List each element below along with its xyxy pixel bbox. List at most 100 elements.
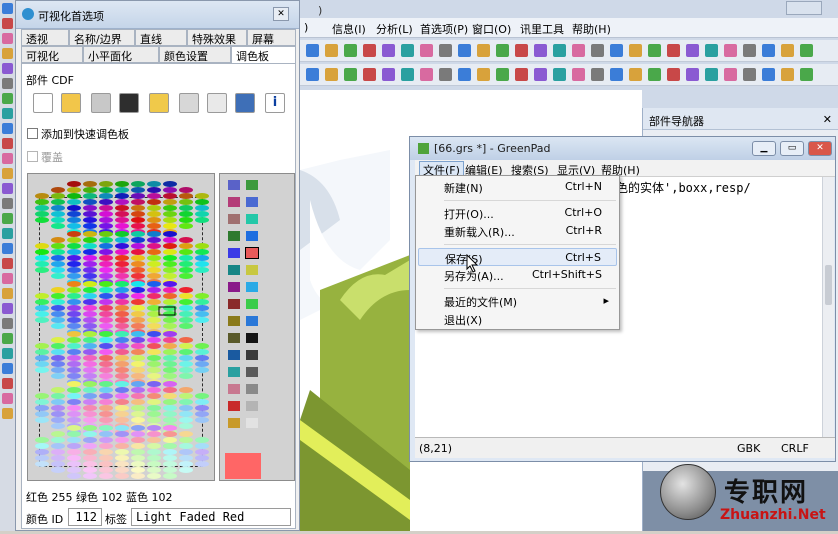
palette-color-cell[interactable] bbox=[115, 281, 129, 287]
palette-color-cell[interactable] bbox=[51, 287, 65, 293]
palette-color-cell[interactable] bbox=[147, 431, 161, 437]
palette-color-cell[interactable] bbox=[99, 317, 113, 323]
palette-color-cell[interactable] bbox=[67, 399, 81, 405]
palette-color-cell[interactable] bbox=[35, 461, 49, 467]
side-tool-icon[interactable] bbox=[2, 48, 13, 59]
color-id-field[interactable]: 112 bbox=[68, 508, 102, 526]
palette-color-cell[interactable] bbox=[115, 367, 129, 373]
palette-color-cell[interactable] bbox=[163, 223, 177, 229]
palette-color-cell[interactable] bbox=[51, 205, 65, 211]
palette-color-cell[interactable] bbox=[67, 267, 81, 273]
palette-color-cell[interactable] bbox=[195, 343, 209, 349]
palette-color-cell[interactable] bbox=[131, 443, 145, 449]
palette-color-cell[interactable] bbox=[67, 211, 81, 217]
palette-color-cell[interactable] bbox=[99, 425, 113, 431]
tab-faceting[interactable]: 小平面化 bbox=[83, 46, 159, 63]
palette-color-cell[interactable] bbox=[67, 205, 81, 211]
palette-color-cell[interactable] bbox=[83, 237, 97, 243]
menu-item-info[interactable]: 信息(I) bbox=[332, 21, 366, 37]
palette-color-cell[interactable] bbox=[131, 449, 145, 455]
palette-color-cell[interactable] bbox=[163, 425, 177, 431]
palette-color-cell[interactable] bbox=[163, 193, 177, 199]
palette-color-cell[interactable] bbox=[51, 249, 65, 255]
palette-color-cell[interactable] bbox=[83, 343, 97, 349]
palette-color-cell[interactable] bbox=[83, 293, 97, 299]
toolbar-button-icon[interactable] bbox=[781, 68, 794, 81]
palette-color-cell[interactable] bbox=[67, 331, 81, 337]
quick-palette-swatch[interactable] bbox=[228, 197, 240, 207]
palette-color-cell[interactable] bbox=[83, 311, 97, 317]
palette-color-cell[interactable] bbox=[115, 249, 129, 255]
quick-palette-swatch[interactable] bbox=[246, 384, 258, 394]
palette-color-cell[interactable] bbox=[195, 255, 209, 261]
tab-lines[interactable]: 直线 bbox=[135, 29, 187, 46]
palette-color-cell[interactable] bbox=[67, 237, 81, 243]
palette-color-cell[interactable] bbox=[163, 461, 177, 467]
quick-palette-swatch[interactable] bbox=[228, 282, 240, 292]
palette-color-cell[interactable] bbox=[51, 193, 65, 199]
palette-color-cell[interactable] bbox=[179, 243, 193, 249]
palette-color-cell[interactable] bbox=[83, 349, 97, 355]
palette-color-cell[interactable] bbox=[83, 223, 97, 229]
palette-color-cell[interactable] bbox=[163, 231, 177, 237]
toolbar-button-icon[interactable] bbox=[629, 44, 642, 57]
palette-color-cell[interactable] bbox=[163, 349, 177, 355]
toolbar-button-icon[interactable] bbox=[439, 44, 452, 57]
palette-color-cell[interactable] bbox=[163, 437, 177, 443]
palette-color-cell[interactable] bbox=[67, 217, 81, 223]
palette-color-cell[interactable] bbox=[51, 211, 65, 217]
palette-color-cell[interactable] bbox=[51, 461, 65, 467]
palette-color-cell[interactable] bbox=[179, 337, 193, 343]
palette-color-cell[interactable] bbox=[163, 217, 177, 223]
palette-color-cell[interactable] bbox=[115, 455, 129, 461]
palette-color-cell[interactable] bbox=[195, 399, 209, 405]
quick-palette-swatch[interactable] bbox=[228, 265, 240, 275]
palette-color-cell[interactable] bbox=[99, 299, 113, 305]
palette-color-cell[interactable] bbox=[83, 199, 97, 205]
palette-color-cell[interactable] bbox=[67, 293, 81, 299]
palette-color-cell[interactable] bbox=[83, 355, 97, 361]
palette-color-cell[interactable] bbox=[67, 181, 81, 187]
side-tool-icon[interactable] bbox=[2, 93, 13, 104]
palette-color-cell[interactable] bbox=[67, 311, 81, 317]
palette-color-cell[interactable] bbox=[147, 243, 161, 249]
toolbar-button-icon[interactable] bbox=[743, 44, 756, 57]
palette-color-cell[interactable] bbox=[99, 343, 113, 349]
palette-color-cell[interactable] bbox=[35, 199, 49, 205]
quick-palette-swatch[interactable] bbox=[228, 180, 240, 190]
palette-color-cell[interactable] bbox=[195, 193, 209, 199]
quick-palette-swatch[interactable] bbox=[246, 401, 258, 411]
palette-color-cell[interactable] bbox=[83, 205, 97, 211]
palette-color-cell[interactable] bbox=[99, 187, 113, 193]
palette-color-cell[interactable] bbox=[67, 223, 81, 229]
side-tool-icon[interactable] bbox=[2, 18, 13, 29]
palette-color-cell[interactable] bbox=[179, 261, 193, 267]
palette-color-cell[interactable] bbox=[195, 393, 209, 399]
palette-color-cell[interactable] bbox=[115, 223, 129, 229]
palette-color-cell[interactable] bbox=[35, 405, 49, 411]
toolbar-button-icon[interactable] bbox=[705, 44, 718, 57]
toolbar-button-icon[interactable] bbox=[306, 44, 319, 57]
toolbar-button-icon[interactable] bbox=[458, 44, 471, 57]
palette-color-cell[interactable] bbox=[99, 231, 113, 237]
menu-item-exit[interactable]: 退出(X) bbox=[418, 310, 617, 328]
palette-color-cell[interactable] bbox=[115, 311, 129, 317]
palette-color-cell[interactable] bbox=[163, 237, 177, 243]
palette-color-cell[interactable] bbox=[67, 249, 81, 255]
palette-color-cell[interactable] bbox=[67, 443, 81, 449]
palette-color-cell[interactable] bbox=[51, 443, 65, 449]
palette-color-cell[interactable] bbox=[163, 443, 177, 449]
side-tool-icon[interactable] bbox=[2, 393, 13, 404]
palette-color-cell[interactable] bbox=[99, 293, 113, 299]
palette-color-cell[interactable] bbox=[195, 217, 209, 223]
palette-color-cell[interactable] bbox=[163, 467, 177, 473]
palette-color-cell[interactable] bbox=[99, 349, 113, 355]
toolbar-button-icon[interactable] bbox=[344, 44, 357, 57]
palette-color-cell[interactable] bbox=[179, 287, 193, 293]
toolbar-button-icon[interactable] bbox=[648, 68, 661, 81]
toolbar-button-icon[interactable] bbox=[496, 68, 509, 81]
palette-color-cell[interactable] bbox=[67, 243, 81, 249]
palette-color-cell[interactable] bbox=[179, 199, 193, 205]
side-tool-icon[interactable] bbox=[2, 318, 13, 329]
palette-color-cell[interactable] bbox=[163, 293, 177, 299]
